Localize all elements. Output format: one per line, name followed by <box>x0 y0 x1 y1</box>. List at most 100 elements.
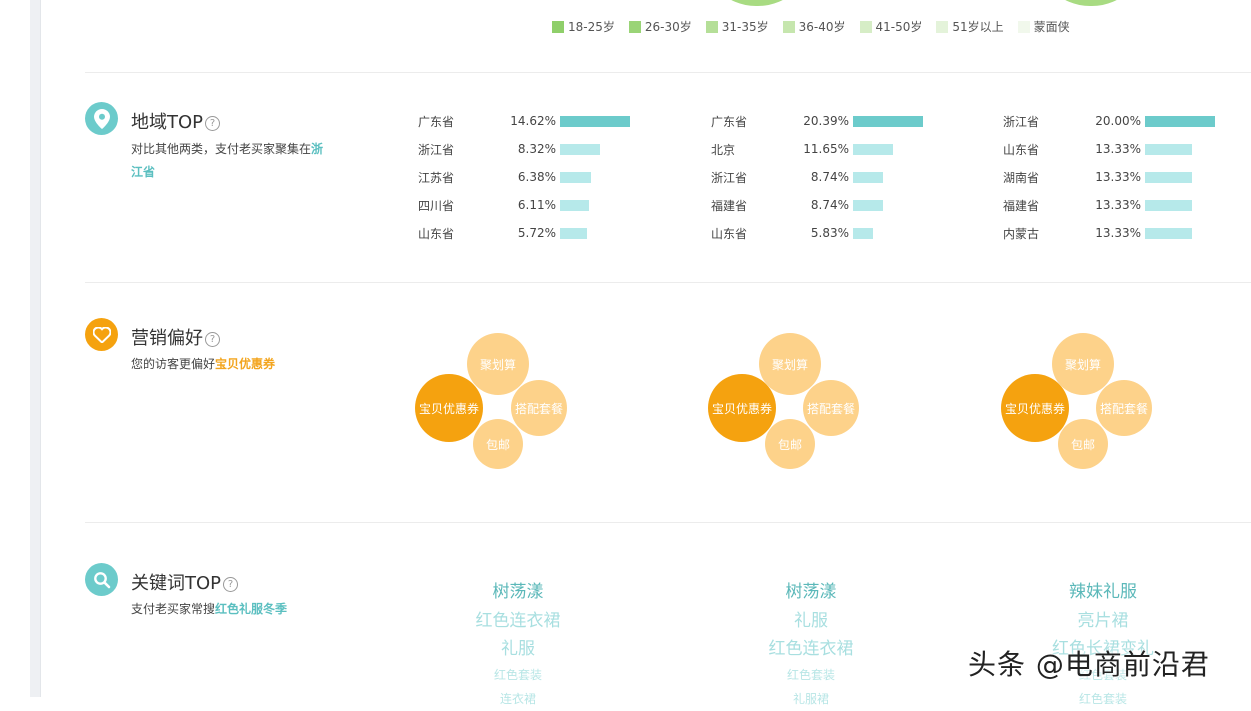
bubble-bottom: 包邮 <box>1058 419 1108 469</box>
region-bar <box>853 115 923 127</box>
section-divider <box>85 282 1251 283</box>
region-bar <box>1145 115 1215 127</box>
keyword[interactable]: 连衣裙 <box>438 687 598 711</box>
question-circle-icon[interactable]: ? <box>205 116 221 131</box>
region-name: 山东省 <box>711 226 748 241</box>
legend-item[interactable]: 31-35岁 <box>705 18 769 35</box>
region-percent: 8.32% <box>517 142 556 156</box>
region-name: 浙江省 <box>418 142 455 157</box>
region-bar <box>560 143 600 155</box>
legend-item[interactable]: 蒙面侠 <box>1017 18 1070 35</box>
region-percent: 13.33% <box>1095 142 1141 156</box>
region-percent: 20.39% <box>803 114 849 128</box>
legend-label: 蒙面侠 <box>1033 20 1070 34</box>
legend-label: 41-50岁 <box>875 20 923 34</box>
watermark-text: 头条 @电商前沿君 <box>968 648 1210 681</box>
keyword[interactable]: 亮片裙 <box>1023 607 1183 635</box>
keyword[interactable]: 礼服裙 <box>731 687 891 711</box>
age-chart-fragment-right <box>1036 0 1146 6</box>
region-name: 广东省 <box>418 114 455 129</box>
region-percent: 8.74% <box>810 170 849 184</box>
region-percent: 8.74% <box>810 198 849 212</box>
region-row: 内蒙古 13.33% <box>1003 219 1233 247</box>
region-name: 山东省 <box>418 226 455 241</box>
legend-item[interactable]: 51岁以上 <box>936 18 1004 35</box>
region-name: 福建省 <box>711 198 748 213</box>
region-bar <box>853 143 893 155</box>
legend-swatch <box>859 20 872 33</box>
section-desc-keywords: 支付老买家常搜红色礼服冬季 <box>131 598 331 621</box>
keyword[interactable]: 礼服 <box>731 607 891 635</box>
region-name: 浙江省 <box>1003 114 1040 129</box>
region-percent: 6.11% <box>517 198 556 212</box>
region-row: 广东省 20.39% <box>711 107 941 135</box>
section-desc-region: 对比其他两类，支付老买家聚集在浙江省 <box>131 138 331 184</box>
section-title-text: 关键词TOP <box>131 573 222 594</box>
region-row: 北京 11.65% <box>711 135 941 163</box>
keyword[interactable]: 红色连衣裙 <box>731 635 891 663</box>
region-row: 浙江省 8.74% <box>711 163 941 191</box>
region-name: 北京 <box>711 142 736 157</box>
desc-highlight: 红色礼服冬季 <box>215 602 288 616</box>
keyword-column-1: 树荡漾 红色连衣裙 礼服 红色套装 连衣裙 <box>438 578 598 711</box>
region-percent: 20.00% <box>1095 114 1141 128</box>
keyword[interactable]: 红色套装 <box>731 663 891 687</box>
legend-item[interactable]: 36-40岁 <box>782 18 846 35</box>
keyword-column-2: 树荡漾 礼服 红色连衣裙 红色套装 礼服裙 <box>731 578 891 711</box>
section-title-region: 地域TOP? <box>131 108 221 134</box>
bubble-bottom: 包邮 <box>765 419 815 469</box>
region-row: 江苏省 6.38% <box>418 163 648 191</box>
region-row: 山东省 5.83% <box>711 219 941 247</box>
age-chart-fragment-left <box>702 0 812 6</box>
region-row: 浙江省 8.32% <box>418 135 648 163</box>
region-column-3: 浙江省 20.00% 山东省 13.33% 湖南省 13.33% 福建省 13.33% … <box>1003 107 1233 247</box>
section-title-keywords: 关键词TOP? <box>131 569 239 595</box>
legend-swatch <box>936 20 949 33</box>
bubble-main: 宝贝优惠券 <box>1001 374 1069 442</box>
section-divider <box>85 522 1251 523</box>
question-circle-icon[interactable]: ? <box>223 577 239 592</box>
region-row: 浙江省 20.00% <box>1003 107 1233 135</box>
region-bar <box>560 227 587 239</box>
region-name: 浙江省 <box>711 170 748 185</box>
region-row: 山东省 13.33% <box>1003 135 1233 163</box>
region-column-1: 广东省 14.62% 浙江省 8.32% 江苏省 6.38% 四川省 6.11% 山东省… <box>418 107 648 247</box>
legend-item[interactable]: 26-30岁 <box>628 18 692 35</box>
keyword[interactable]: 辣妹礼服 <box>1023 578 1183 607</box>
region-bar <box>853 227 873 239</box>
legend-item[interactable]: 18-25岁 <box>552 18 615 35</box>
desc-text: 支付老买家常搜 <box>131 602 216 616</box>
search-icon <box>85 563 118 596</box>
region-percent: 13.33% <box>1095 198 1141 212</box>
keyword[interactable]: 礼服 <box>438 635 598 663</box>
keyword[interactable]: 树荡漾 <box>438 578 598 607</box>
legend-swatch <box>782 20 795 33</box>
bubble-right: 搭配套餐 <box>1096 380 1152 436</box>
legend-item[interactable]: 41-50岁 <box>859 18 923 35</box>
region-percent: 13.33% <box>1095 226 1141 240</box>
legend-label: 26-30岁 <box>644 20 692 34</box>
question-circle-icon[interactable]: ? <box>205 332 220 347</box>
region-row: 福建省 8.74% <box>711 191 941 219</box>
region-percent: 5.72% <box>517 226 556 240</box>
keyword[interactable]: 红色连衣裙 <box>438 607 598 635</box>
region-bar <box>1145 143 1192 155</box>
keyword[interactable]: 红色套装 <box>1023 687 1183 711</box>
left-scroll-rail <box>30 0 41 697</box>
bubble-right: 搭配套餐 <box>511 380 567 436</box>
keyword[interactable]: 树荡漾 <box>731 578 891 607</box>
section-title-marketing: 营销偏好? <box>131 324 220 350</box>
region-name: 广东省 <box>711 114 748 129</box>
region-column-2: 广东省 20.39% 北京 11.65% 浙江省 8.74% 福建省 8.74% 山东省… <box>711 107 941 247</box>
region-bar <box>853 199 883 211</box>
desc-text: 对比其他两类，支付老买家聚集在 <box>131 142 312 156</box>
keyword[interactable]: 红色套装 <box>438 663 598 687</box>
region-bar <box>1145 199 1192 211</box>
section-desc-marketing: 您的访客更偏好宝贝优惠券 <box>131 353 331 376</box>
region-row: 湖南省 13.33% <box>1003 163 1233 191</box>
bubble-main: 宝贝优惠券 <box>708 374 776 442</box>
region-name: 内蒙古 <box>1003 226 1040 241</box>
bubble-main: 宝贝优惠券 <box>415 374 483 442</box>
heart-icon <box>85 318 118 351</box>
region-percent: 11.65% <box>803 142 849 156</box>
